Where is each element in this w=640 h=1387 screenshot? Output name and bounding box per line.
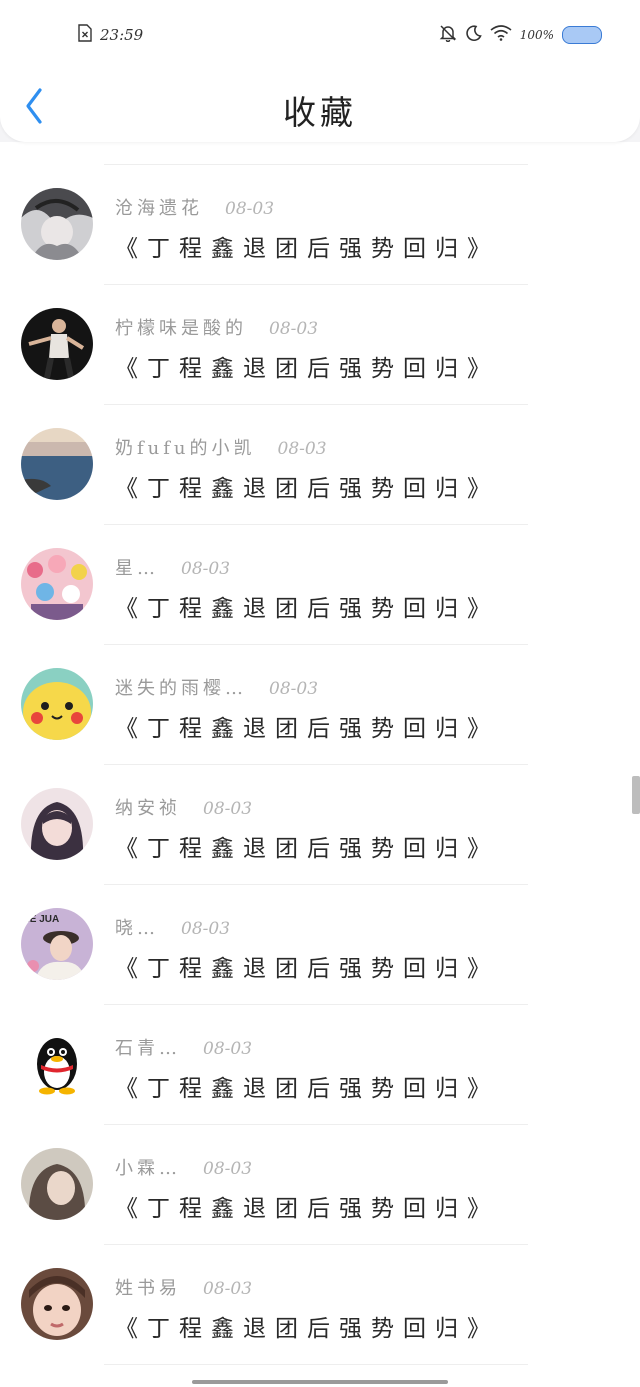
item-title[interactable]: 《丁程鑫退团后强势回归》 bbox=[115, 469, 499, 503]
avatar-colorful-crowd bbox=[21, 548, 93, 620]
item-date: 08-03 bbox=[203, 1279, 253, 1299]
item-date: 08-03 bbox=[203, 1039, 253, 1059]
sim-error-icon bbox=[78, 24, 92, 46]
avatar-penguin bbox=[21, 1028, 93, 1100]
user-name[interactable]: 沧海遗花 bbox=[115, 194, 203, 220]
list-item[interactable]: 星… 08-03 《丁程鑫退团后强势回归》 bbox=[0, 524, 640, 646]
status-right: 100% bbox=[439, 24, 602, 46]
list-item[interactable]: 纳安祯 08-03 《丁程鑫退团后强势回归》 bbox=[0, 764, 640, 886]
avatar[interactable] bbox=[21, 1268, 93, 1340]
item-date: 08-03 bbox=[181, 559, 231, 579]
avatar-seaside bbox=[21, 428, 93, 500]
item-title[interactable]: 《丁程鑫退团后强势回归》 bbox=[115, 1309, 499, 1343]
avatar-dancer bbox=[21, 308, 93, 380]
item-date: 08-03 bbox=[277, 439, 327, 459]
avatar[interactable] bbox=[21, 308, 93, 380]
item-meta: 纳安祯 08-03 bbox=[115, 794, 252, 820]
item-date: 08-03 bbox=[269, 319, 319, 339]
user-name[interactable]: 姓书易 bbox=[115, 1274, 181, 1300]
moon-icon bbox=[465, 24, 482, 46]
item-meta: 姓书易 08-03 bbox=[115, 1274, 252, 1300]
item-title[interactable]: 《丁程鑫退团后强势回归》 bbox=[115, 349, 499, 383]
item-title[interactable]: 《丁程鑫退团后强势回归》 bbox=[115, 589, 499, 623]
divider bbox=[104, 524, 528, 525]
user-name[interactable]: 星… bbox=[115, 554, 159, 580]
item-date: 08-03 bbox=[181, 919, 231, 939]
item-date: 08-03 bbox=[203, 1159, 253, 1179]
item-meta: 迷失的雨樱… 08-03 bbox=[115, 674, 318, 700]
avatar-pikachu bbox=[21, 668, 93, 740]
avatar[interactable] bbox=[21, 548, 93, 620]
avatar-dark-illustration bbox=[21, 188, 93, 260]
avatar[interactable] bbox=[21, 1148, 93, 1220]
list-item[interactable]: 迷失的雨樱… 08-03 《丁程鑫退团后强势回归》 bbox=[0, 644, 640, 766]
user-name[interactable]: 小霖… bbox=[115, 1154, 181, 1180]
avatar-anime-girl bbox=[21, 788, 93, 860]
item-date: 08-03 bbox=[203, 799, 253, 819]
list-item[interactable]: 沧海遗花 08-03 《丁程鑫退团后强势回归》 bbox=[0, 164, 640, 286]
divider bbox=[104, 884, 528, 885]
avatar-girl-hat: IE JUA bbox=[21, 908, 93, 980]
status-bar: 23:59 100% bbox=[0, 18, 640, 52]
avatar[interactable] bbox=[21, 188, 93, 260]
item-meta: 小霖… 08-03 bbox=[115, 1154, 252, 1180]
item-meta: 奶fufu的小凯 08-03 bbox=[115, 434, 327, 460]
divider bbox=[104, 644, 528, 645]
list-item[interactable]: 柠檬味是酸的 08-03 《丁程鑫退团后强势回归》 bbox=[0, 284, 640, 406]
divider bbox=[104, 284, 528, 285]
list-item[interactable]: 姓书易 08-03 《丁程鑫退团后强势回归》 bbox=[0, 1244, 640, 1366]
user-name[interactable]: 柠檬味是酸的 bbox=[115, 314, 247, 340]
divider bbox=[104, 404, 528, 405]
avatar[interactable] bbox=[21, 1028, 93, 1100]
item-date: 08-03 bbox=[269, 679, 319, 699]
divider bbox=[104, 1244, 528, 1245]
item-meta: 星… 08-03 bbox=[115, 554, 230, 580]
user-name[interactable]: 纳安祯 bbox=[115, 794, 181, 820]
divider bbox=[104, 164, 528, 165]
item-title[interactable]: 《丁程鑫退团后强势回归》 bbox=[115, 229, 499, 263]
battery-percent: 100% bbox=[519, 28, 554, 42]
nav-bar: 收藏 bbox=[0, 70, 640, 140]
avatar-portrait-muted bbox=[21, 1148, 93, 1220]
avatar-text: IE JUA bbox=[27, 914, 59, 925]
list-item[interactable]: 石青… 08-03 《丁程鑫退团后强势回归》 bbox=[0, 1004, 640, 1126]
item-title[interactable]: 《丁程鑫退团后强势回归》 bbox=[115, 829, 499, 863]
list-item[interactable]: IE JUA 晓… 08-03 《丁程鑫退团后强势回归》 bbox=[0, 884, 640, 1006]
divider bbox=[104, 764, 528, 765]
item-meta: 沧海遗花 08-03 bbox=[115, 194, 274, 220]
user-name[interactable]: 石青… bbox=[115, 1034, 181, 1060]
divider bbox=[104, 1004, 528, 1005]
bell-off-icon bbox=[439, 24, 457, 46]
list-item[interactable]: 奶fufu的小凯 08-03 《丁程鑫退团后强势回归》 bbox=[0, 404, 640, 526]
item-title[interactable]: 《丁程鑫退团后强势回归》 bbox=[115, 949, 499, 983]
item-title[interactable]: 《丁程鑫退团后强势回归》 bbox=[115, 709, 499, 743]
item-meta: 石青… 08-03 bbox=[115, 1034, 252, 1060]
list-item[interactable]: 小霖… 08-03 《丁程鑫退团后强势回归》 bbox=[0, 1124, 640, 1246]
item-meta: 晓… 08-03 bbox=[115, 914, 230, 940]
avatar[interactable] bbox=[21, 788, 93, 860]
home-indicator[interactable] bbox=[192, 1380, 448, 1384]
status-time: 23:59 bbox=[100, 26, 144, 44]
divider bbox=[104, 1124, 528, 1125]
favorites-list: 沧海遗花 08-03 《丁程鑫退团后强势回归》 柠檬味是酸的 08-03 《丁程… bbox=[0, 142, 640, 1387]
scrollbar-thumb[interactable] bbox=[632, 776, 640, 814]
user-name[interactable]: 晓… bbox=[115, 914, 159, 940]
item-title[interactable]: 《丁程鑫退团后强势回归》 bbox=[115, 1189, 499, 1223]
app-header: 23:59 100% 收藏 bbox=[0, 0, 640, 142]
divider bbox=[104, 1364, 528, 1365]
item-date: 08-03 bbox=[225, 199, 275, 219]
avatar-face-closeup bbox=[21, 1268, 93, 1340]
page-title: 收藏 bbox=[283, 93, 357, 132]
status-left: 23:59 bbox=[78, 24, 143, 46]
avatar[interactable]: IE JUA bbox=[21, 908, 93, 980]
battery-icon bbox=[562, 26, 602, 44]
avatar[interactable] bbox=[21, 668, 93, 740]
item-meta: 柠檬味是酸的 08-03 bbox=[115, 314, 318, 340]
wifi-icon bbox=[490, 25, 512, 45]
item-title[interactable]: 《丁程鑫退团后强势回归》 bbox=[115, 1069, 499, 1103]
user-name[interactable]: 迷失的雨樱… bbox=[115, 674, 247, 700]
avatar[interactable] bbox=[21, 428, 93, 500]
user-name[interactable]: 奶fufu的小凯 bbox=[115, 434, 256, 460]
